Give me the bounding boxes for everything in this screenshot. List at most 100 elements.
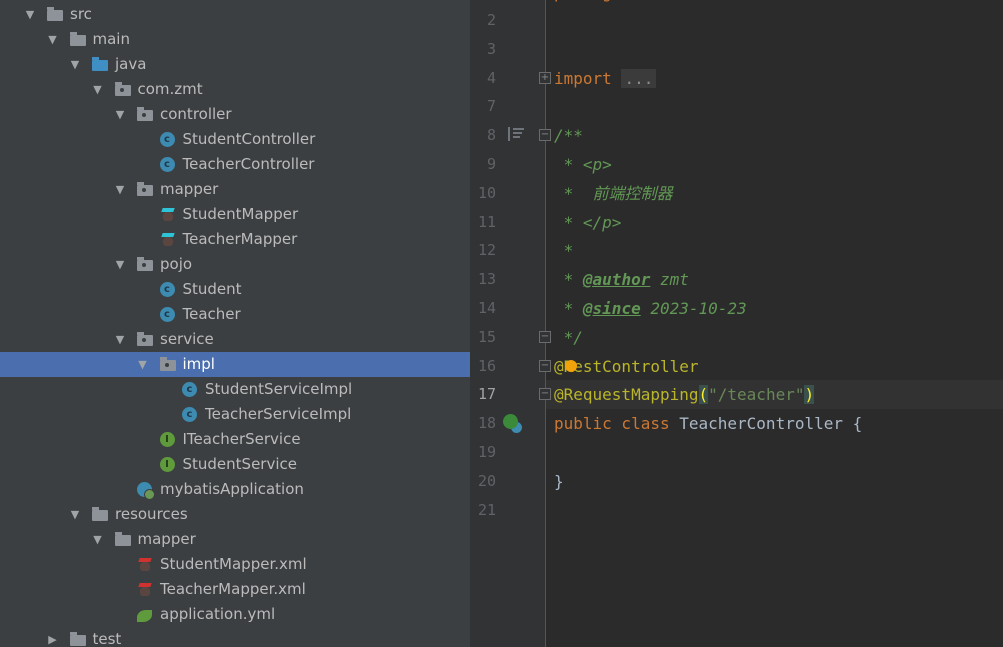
yaml-config-icon (137, 610, 152, 622)
fold-collapse-icon[interactable]: − (539, 388, 551, 401)
tree-item-label: test (92, 630, 122, 647)
tree-item[interactable]: ▼ controller (0, 102, 470, 127)
class-icon: c (159, 132, 175, 147)
tree-item-label: TeacherController (182, 155, 315, 173)
tree-item[interactable]: ▼ mapper (0, 527, 470, 552)
tree-item[interactable]: ▼ pojo (0, 252, 470, 277)
class-icon: c (159, 157, 175, 172)
code-token: zmt (650, 270, 689, 290)
expand-arrow-icon[interactable]: ▼ (47, 27, 59, 52)
tree-item[interactable]: mybatisApplication (0, 477, 470, 502)
code-line[interactable]: @RequestMapping("/teacher") (554, 380, 815, 409)
line-number: 21 (477, 500, 496, 519)
line-number: 17 (477, 385, 496, 404)
fold-expand-icon[interactable]: + (539, 71, 551, 84)
intention-bulb-icon[interactable] (565, 359, 577, 372)
code-token: @author (582, 270, 651, 290)
line-number: 10 (477, 183, 496, 202)
expand-arrow-icon[interactable]: ▼ (69, 502, 81, 527)
mybatis-xml-icon (137, 557, 153, 571)
project-tree[interactable]: ▼ src ▼ main ▼ java ▼ com.zmt ▼ controller c Studen… (0, 0, 470, 647)
expand-arrow-icon[interactable]: ▼ (137, 352, 149, 377)
code-line[interactable]: */ (554, 323, 583, 352)
code-token: import (554, 68, 612, 88)
tree-item-label: mapper (160, 180, 219, 198)
expand-arrow-icon[interactable]: ▼ (92, 77, 104, 102)
source-folder-icon (92, 57, 108, 71)
code-line[interactable]: * @since 2023-10-23 (554, 294, 747, 323)
code-token: */ (554, 327, 583, 347)
tree-item[interactable]: StudentMapper (0, 202, 470, 227)
expand-arrow-icon[interactable]: ▼ (114, 252, 126, 277)
class-icon: c (159, 282, 175, 297)
fold-collapse-icon[interactable]: − (539, 359, 551, 372)
tree-item[interactable]: application.yml (0, 602, 470, 627)
expand-arrow-icon[interactable]: ▼ (92, 527, 104, 552)
resources-folder-icon (92, 507, 108, 521)
tree-item-label: mapper (137, 530, 196, 548)
tree-item[interactable]: ▼ service (0, 327, 470, 352)
tree-item[interactable]: c StudentServiceImpl (0, 377, 470, 402)
code-line[interactable]: import ... (554, 64, 657, 93)
tree-item-label: StudentMapper (182, 205, 299, 223)
tree-item[interactable]: c TeacherController (0, 152, 470, 177)
fold-collapse-icon[interactable]: − (539, 129, 551, 142)
code-line[interactable]: * 前端控制器 (554, 179, 673, 208)
tree-item[interactable]: ▼ resources (0, 502, 470, 527)
fold-collapse-icon[interactable]: − (539, 330, 551, 343)
tree-item-label: resources (115, 505, 188, 523)
tree-item[interactable]: ▼ com.zmt (0, 77, 470, 102)
javadoc-render-icon[interactable] (508, 127, 524, 142)
collapse-arrow-icon[interactable]: ▶ (47, 627, 59, 647)
tree-item-label: Student (182, 280, 242, 298)
expand-arrow-icon[interactable]: ▼ (69, 52, 81, 77)
mybatis-mapper-icon (159, 207, 176, 221)
tree-item-label: application.yml (160, 605, 276, 623)
code-line[interactable]: public class TeacherController { (554, 409, 862, 438)
code-token: /** (554, 126, 583, 146)
expand-arrow-icon[interactable]: ▼ (114, 102, 126, 127)
code-line[interactable]: /** (554, 121, 583, 150)
code-line[interactable]: * <p> (554, 150, 612, 179)
tree-item-label: java (115, 55, 147, 73)
tree-item[interactable]: c StudentController (0, 127, 470, 152)
class-icon: c (182, 407, 197, 422)
tree-item[interactable]: ▼ impl (0, 352, 470, 377)
tree-item[interactable]: ▼ mapper (0, 177, 470, 202)
tree-item[interactable]: c Student (0, 277, 470, 302)
tree-item[interactable]: ▼ main (0, 27, 470, 52)
tree-item[interactable]: I StudentService (0, 452, 470, 477)
code-line[interactable]: * (554, 236, 574, 265)
tree-item-label: StudentServiceImpl (205, 380, 353, 398)
expand-arrow-icon[interactable]: ▼ (24, 2, 36, 27)
tree-item-label: StudentMapper.xml (160, 555, 307, 573)
package-icon (137, 107, 153, 121)
line-number: 8 (486, 126, 496, 145)
tree-item[interactable]: TeacherMapper.xml (0, 577, 470, 602)
code-line[interactable]: * @author zmt (554, 265, 689, 294)
code-editor[interactable]: 2 3 4 7 8 9 10 11 12 13 14 15 16 17 18 19 20 21 package c… (470, 0, 1003, 647)
tree-item-label: TeacherMapper (182, 230, 298, 248)
code-token: TeacherController { (679, 414, 863, 434)
line-number: 12 (477, 241, 496, 260)
expand-arrow-icon[interactable]: ▼ (114, 177, 126, 202)
tree-item[interactable]: c TeacherServiceImpl (0, 402, 470, 427)
tree-item[interactable]: c Teacher (0, 302, 470, 327)
tree-item-label: src (70, 5, 92, 23)
tree-item[interactable]: ▶ test (0, 627, 470, 647)
code-line[interactable]: } (554, 467, 564, 496)
tree-item[interactable]: ▼ java (0, 52, 470, 77)
tree-item[interactable]: TeacherMapper (0, 227, 470, 252)
expand-arrow-icon[interactable]: ▼ (114, 327, 126, 352)
tree-item[interactable]: ▼ src (0, 2, 470, 27)
tree-item-label: mybatisApplication (160, 480, 304, 498)
tree-item-label: controller (160, 105, 232, 123)
tree-item[interactable]: I ITeacherService (0, 427, 470, 452)
code-token: * <p> (554, 155, 612, 174)
code-line[interactable]: * </p> (554, 208, 622, 237)
tree-item-label: StudentService (182, 455, 298, 473)
tree-item[interactable]: StudentMapper.xml (0, 552, 470, 577)
interface-icon: I (159, 457, 175, 472)
mybatis-mapper-icon (159, 232, 176, 246)
